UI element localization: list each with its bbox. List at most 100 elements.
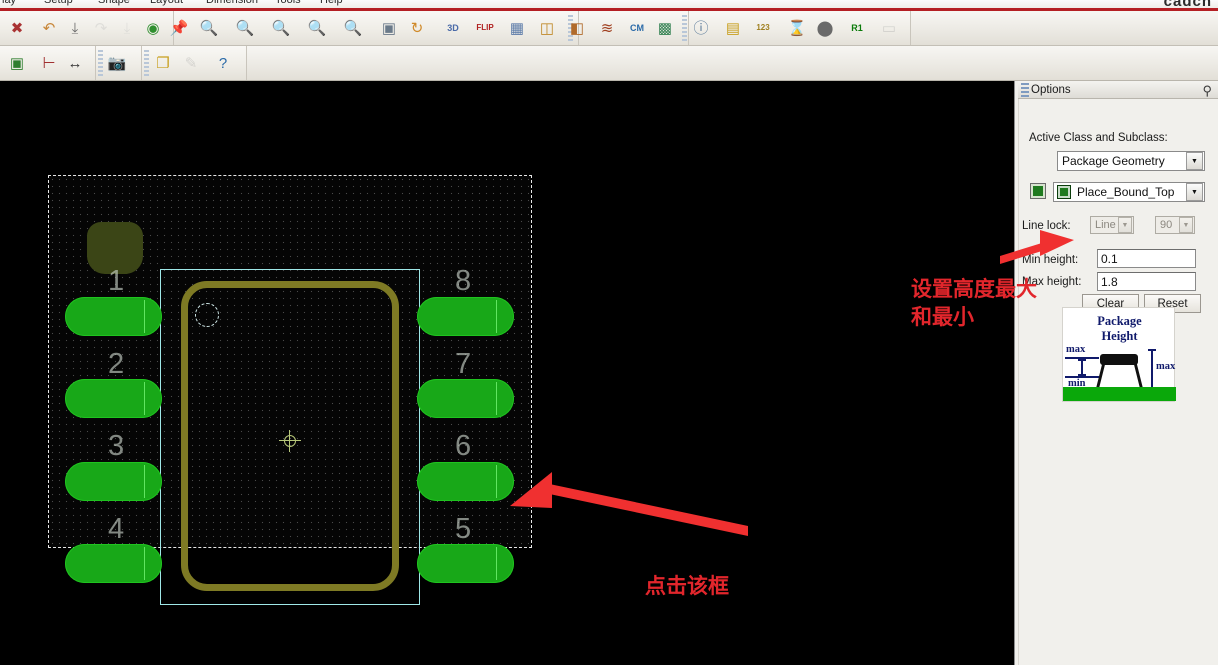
r1-icon[interactable]: R1 (844, 15, 870, 41)
pin-label-8: 8 (455, 265, 472, 297)
pin-label-1: 1 (108, 265, 125, 297)
toolbar2-grip[interactable] (98, 50, 103, 76)
undo-icon[interactable]: ↶ (36, 15, 62, 41)
pad-8[interactable] (417, 297, 514, 336)
pad-4[interactable] (65, 544, 162, 583)
component-origin-marker (279, 430, 301, 452)
arrow-to-pad5 (510, 472, 748, 536)
subclass-color-swatch (1057, 185, 1071, 199)
redraw-icon[interactable]: ↻ (404, 15, 430, 41)
help-icon[interactable]: ? (210, 50, 236, 76)
package-height-max-right-label: max (1156, 361, 1176, 372)
view-3d-icon[interactable]: 3D (440, 15, 466, 41)
min-height-input[interactable]: 0.1 (1097, 249, 1196, 268)
pad-6[interactable] (417, 462, 514, 501)
right-max-line (1151, 349, 1153, 389)
menu-item-setup[interactable]: Setup (44, 0, 73, 6)
package-height-illustration: Package Height max min max (1062, 307, 1176, 402)
chevron-down-icon[interactable]: ▼ (1179, 217, 1193, 233)
menu-item-help[interactable]: Help (320, 0, 343, 6)
options-panel-header[interactable]: Options ⚲ (1018, 81, 1218, 99)
place-manual-icon[interactable]: ▣ (4, 50, 30, 76)
line-angle-combo[interactable]: 90 ▼ (1155, 216, 1195, 234)
line-lock-combo[interactable]: Line ▼ (1090, 216, 1134, 234)
add-connect-icon[interactable]: ⬤ (812, 15, 838, 41)
chip-leg-right (1133, 364, 1144, 389)
pin-push-icon[interactable]: 📌 (166, 15, 192, 41)
chevron-down-icon[interactable]: ▼ (1118, 217, 1132, 233)
redo-icon: ↷ (94, 19, 108, 37)
menu-item-lay[interactable]: lay (2, 0, 16, 6)
menu-item-dimension[interactable]: Dimension (206, 0, 258, 6)
zoom-window-icon[interactable]: 🔍 (232, 15, 258, 41)
undo-step-icon[interactable]: ⤓ (62, 15, 88, 41)
max-height-input[interactable]: 1.8 (1097, 272, 1196, 291)
pad-2[interactable] (65, 379, 162, 418)
copy-paste-icon[interactable]: ❐ (150, 50, 176, 76)
chevron-down-icon[interactable]: ▼ (1186, 152, 1203, 170)
constraint-manager-icon[interactable]: CM (624, 15, 650, 41)
grid-toggle-icon[interactable]: ▦ (504, 15, 530, 41)
pcb-design-canvas[interactable]: 1 2 3 4 8 7 6 5 点击该框 (0, 81, 1014, 665)
chip-body-shape (1100, 354, 1138, 365)
pad-5[interactable] (417, 544, 514, 583)
menu-item-tools[interactable]: Tools (275, 0, 301, 6)
zoom-fit-icon[interactable]: 🔍 (196, 15, 222, 41)
info-icon[interactable]: ⓘ (688, 15, 714, 41)
zoom-out-icon[interactable]: 🔍 (304, 15, 330, 41)
line-lock-value: Line (1095, 219, 1116, 231)
color-visibility-icon[interactable]: ◫ (534, 15, 560, 41)
flip-design-icon[interactable]: FLIP (472, 15, 498, 41)
package-height-title-line2: Height (1101, 329, 1138, 343)
menu-item-layout[interactable]: Layout (150, 0, 183, 6)
right-arrow-cap (1148, 349, 1156, 351)
redo-step-icon: ⤓ (123, 19, 131, 37)
application-window: lay Setup Shape Layout Dimension Tools H… (0, 0, 1218, 665)
arrow-cap-top (1078, 359, 1086, 361)
layers-icon[interactable]: ≋ (594, 15, 620, 41)
pin-label-6: 6 (455, 430, 472, 462)
panel-drag-handle[interactable] (1021, 82, 1029, 97)
refresh-icon[interactable]: ◉ (140, 15, 166, 41)
line-lock-label: Line lock: (1022, 220, 1071, 232)
hourglass-icon[interactable]: ⌛ (784, 15, 810, 41)
annotation-click-box: 点击该框 (645, 574, 729, 598)
zoom-refresh-icon[interactable]: 🔍 (340, 15, 366, 41)
pin-label-3: 3 (108, 430, 125, 462)
dimension-width-icon[interactable]: ↔ (62, 50, 88, 76)
subclass-color-button[interactable] (1030, 183, 1046, 199)
options-panel-title: Options (1031, 83, 1071, 96)
measure-icon[interactable]: 123 (750, 15, 776, 41)
pin-label-4: 4 (108, 513, 125, 545)
pad-1[interactable] (65, 297, 162, 336)
package-height-max-label: max (1066, 344, 1086, 355)
report-icon[interactable]: ▤ (720, 15, 746, 41)
board-surface (1063, 387, 1176, 401)
chevron-down-icon[interactable]: ▼ (1186, 183, 1203, 201)
subclass-combo[interactable]: Place_Bound_Top ▼ (1053, 182, 1205, 202)
annotation-set-height: 设置高度最大 和最小 (911, 277, 1037, 329)
toolbar-secondary: ▣ ⊢ ↔ 📷 ❐ ✎? (0, 46, 1218, 81)
pin1-indicator-circle (195, 303, 219, 327)
pin-label-5: 5 (455, 513, 472, 545)
toolbar-grip[interactable] (682, 15, 687, 41)
drc-icon[interactable]: ▩ (652, 15, 678, 41)
zoom-selection-icon[interactable]: ▣ (376, 15, 402, 41)
active-class-value: Package Geometry (1062, 154, 1165, 168)
delete-icon[interactable]: ✖ (4, 15, 30, 41)
pin-label-2: 2 (108, 348, 125, 380)
subclass-value: Place_Bound_Top (1077, 185, 1175, 199)
dimension-left-icon[interactable]: ⊢ (36, 50, 62, 76)
toolbar-primary: ✖ ↶ ⤓ ↷ ⤓ ◉ 📌 🔍 🔍 🔍 🔍 🔍 ▣ ↻ 3D FLIP ▦ ◫ ◧ ≋ CM ▩ ⓘ ▤ 123 ⌛ ⬤ R1 ▭ (0, 11, 1218, 46)
zoom-in-icon[interactable]: 🔍 (268, 15, 294, 41)
pad-3[interactable] (65, 462, 162, 501)
active-class-combo[interactable]: Package Geometry ▼ (1057, 151, 1205, 171)
snapshot-icon[interactable]: 📷 (104, 50, 130, 76)
pushpin-icon[interactable]: ⚲ (1202, 83, 1212, 99)
subclass-icon[interactable]: ◧ (564, 15, 590, 41)
window-tile-icon: ▭ (881, 19, 897, 37)
sketch-icon: ✎ (184, 54, 198, 72)
toolbar2-grip[interactable] (144, 50, 149, 76)
pad-7[interactable] (417, 379, 514, 418)
menu-item-shape[interactable]: Shape (98, 0, 130, 6)
